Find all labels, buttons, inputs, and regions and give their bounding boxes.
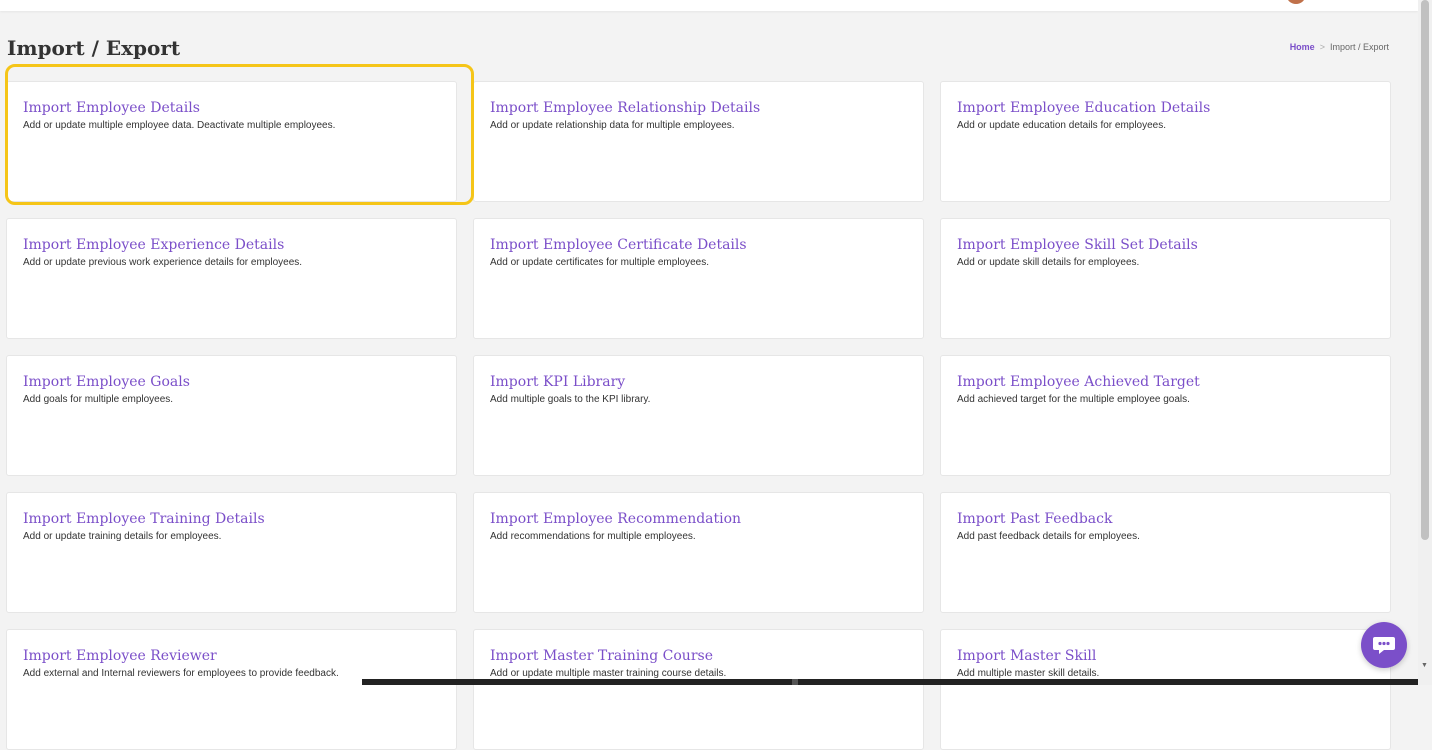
import-card-certificate-details[interactable]: Import Employee Certificate Details Add … xyxy=(473,218,924,339)
card-title[interactable]: Import Employee Training Details xyxy=(23,511,440,527)
card-description: Add or update multiple master training c… xyxy=(490,668,727,679)
import-card-master-training-course[interactable]: Import Master Training Course Add or upd… xyxy=(473,629,924,750)
card-title[interactable]: Import Master Skill xyxy=(957,648,1374,664)
card-description: Add or update training details for emplo… xyxy=(23,531,222,542)
card-title[interactable]: Import Employee Relationship Details xyxy=(490,100,907,116)
chat-support-button[interactable] xyxy=(1361,622,1407,668)
import-card-master-skill[interactable]: Import Master Skill Add multiple master … xyxy=(940,629,1391,750)
import-card-employee-details[interactable]: Import Employee Details Add or update mu… xyxy=(6,81,457,202)
import-card-experience-details[interactable]: Import Employee Experience Details Add o… xyxy=(6,218,457,339)
card-title[interactable]: Import Employee Certificate Details xyxy=(490,237,907,253)
strip-segment xyxy=(792,679,798,685)
import-cards-grid: Import Employee Details Add or update mu… xyxy=(6,81,1391,750)
card-title[interactable]: Import Employee Education Details xyxy=(957,100,1374,116)
scrollbar-thumb[interactable] xyxy=(1421,0,1429,540)
card-description: Add multiple master skill details. xyxy=(957,668,1100,679)
card-description: Add or update previous work experience d… xyxy=(23,257,303,268)
card-title[interactable]: Import Past Feedback xyxy=(957,511,1374,527)
card-description: Add or update certificates for multiple … xyxy=(490,257,709,268)
card-description: Add recommendations for multiple employe… xyxy=(490,531,696,542)
import-card-employee-reviewer[interactable]: Import Employee Reviewer Add external an… xyxy=(6,629,457,750)
card-title[interactable]: Import Master Training Course xyxy=(490,648,907,664)
import-card-relationship-details[interactable]: Import Employee Relationship Details Add… xyxy=(473,81,924,202)
card-description: Add external and Internal reviewers for … xyxy=(23,668,339,679)
chat-support-icon xyxy=(1373,637,1395,654)
top-navbar xyxy=(0,0,1418,11)
horizontal-scroll-strip xyxy=(362,679,1418,685)
import-card-education-details[interactable]: Import Employee Education Details Add or… xyxy=(940,81,1391,202)
card-title[interactable]: Import Employee Experience Details xyxy=(23,237,440,253)
card-description: Add multiple goals to the KPI library. xyxy=(490,394,651,405)
card-title[interactable]: Import Employee Reviewer xyxy=(23,648,440,664)
card-title[interactable]: Import Employee Achieved Target xyxy=(957,374,1374,390)
import-card-achieved-target[interactable]: Import Employee Achieved Target Add achi… xyxy=(940,355,1391,476)
import-card-kpi-library[interactable]: Import KPI Library Add multiple goals to… xyxy=(473,355,924,476)
breadcrumb-separator: > xyxy=(1319,42,1325,52)
card-description: Add goals for multiple employees. xyxy=(23,394,174,405)
page-title: Import / Export xyxy=(7,36,181,60)
vertical-scrollbar[interactable]: ▼ xyxy=(1418,0,1432,685)
card-title[interactable]: Import Employee Recommendation xyxy=(490,511,907,527)
card-description: Add or update education details for empl… xyxy=(957,120,1167,131)
card-title[interactable]: Import Employee Skill Set Details xyxy=(957,237,1374,253)
import-card-past-feedback[interactable]: Import Past Feedback Add past feedback d… xyxy=(940,492,1391,613)
card-description: Add or update skill details for employee… xyxy=(957,257,1140,268)
card-description: Add or update relationship data for mult… xyxy=(490,120,735,131)
card-title[interactable]: Import Employee Details xyxy=(23,100,440,116)
breadcrumb-home-link[interactable]: Home xyxy=(1290,42,1315,52)
card-description: Add or update multiple employee data. De… xyxy=(23,120,336,131)
card-description: Add past feedback details for employees. xyxy=(957,531,1140,542)
card-description: Add achieved target for the multiple emp… xyxy=(957,394,1190,405)
breadcrumb-current: Import / Export xyxy=(1329,42,1389,52)
user-avatar[interactable] xyxy=(1286,0,1306,4)
scroll-down-arrow-icon[interactable]: ▼ xyxy=(1421,662,1428,669)
card-title[interactable]: Import Employee Goals xyxy=(23,374,440,390)
breadcrumb: Home > Import / Export xyxy=(1290,42,1389,52)
card-title[interactable]: Import KPI Library xyxy=(490,374,907,390)
import-card-skill-set-details[interactable]: Import Employee Skill Set Details Add or… xyxy=(940,218,1391,339)
import-card-employee-goals[interactable]: Import Employee Goals Add goals for mult… xyxy=(6,355,457,476)
import-card-training-details[interactable]: Import Employee Training Details Add or … xyxy=(6,492,457,613)
import-card-recommendation[interactable]: Import Employee Recommendation Add recom… xyxy=(473,492,924,613)
